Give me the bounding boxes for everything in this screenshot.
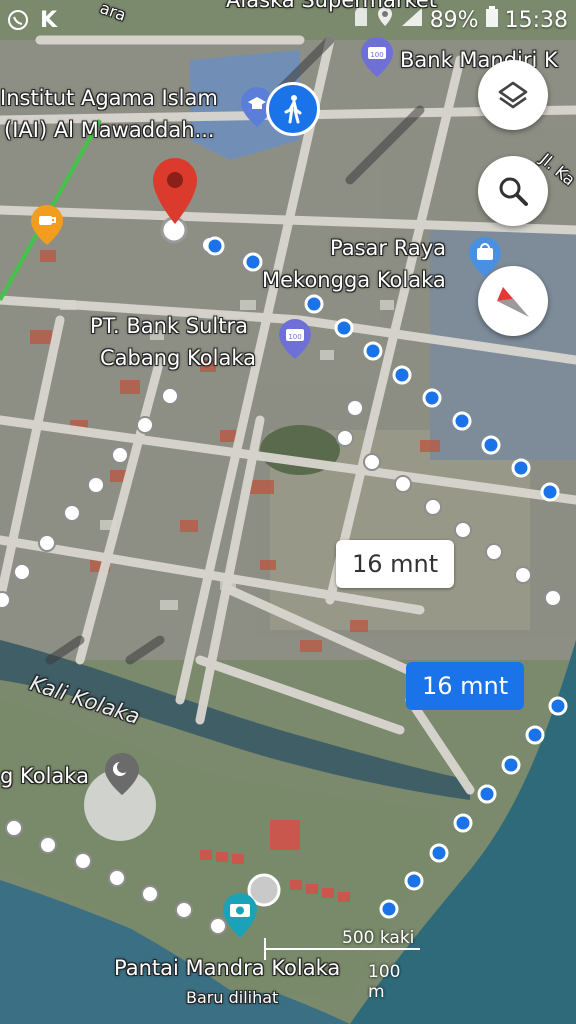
scale-imperial: 500 kaki: [342, 928, 415, 948]
mosque-marker[interactable]: [104, 752, 140, 800]
satellite-map[interactable]: [0, 0, 576, 1024]
origin-pin[interactable]: [150, 156, 200, 230]
main-route-eta[interactable]: 16 mnt: [406, 662, 525, 710]
bank-mandiri-marker[interactable]: 100: [360, 36, 394, 82]
place-label-sultra-1[interactable]: PT. Bank Sultra: [90, 314, 248, 338]
place-label-alaska[interactable]: Alaska Supermarket: [226, 0, 437, 12]
search-icon: [499, 177, 528, 206]
cafe-marker[interactable]: [30, 204, 64, 250]
bank-sultra-marker[interactable]: 100: [278, 318, 312, 364]
search-button[interactable]: [478, 156, 548, 226]
scale-metric: 100 m: [368, 962, 401, 1002]
layers-icon: [498, 81, 528, 109]
compass-button[interactable]: [478, 266, 548, 336]
clock: 15:38: [504, 7, 568, 33]
compass-icon: [497, 287, 529, 317]
layers-button[interactable]: [478, 60, 548, 130]
walking-badge[interactable]: [266, 82, 320, 136]
place-label-pasar-2[interactable]: Mekongga Kolaka: [262, 268, 446, 292]
place-label-mosque[interactable]: g Kolaka: [0, 764, 89, 788]
notification-k-icon: K: [40, 8, 58, 33]
red-pin-icon: [153, 158, 197, 224]
atm-badge-1: 100: [370, 51, 383, 59]
place-label-institute-2[interactable]: (IAI) Al Mawaddah...: [4, 118, 215, 142]
place-label-institute-1[interactable]: Institut Agama Islam: [0, 86, 218, 110]
battery-icon: [485, 6, 499, 34]
whatsapp-icon: [6, 8, 30, 38]
map-scale: 500 kaki 100 m: [262, 926, 422, 1002]
camera-marker[interactable]: [222, 892, 258, 944]
walking-icon: [284, 95, 302, 124]
place-label-sultra-2[interactable]: Cabang Kolaka: [100, 346, 256, 370]
place-label-pasar-1[interactable]: Pasar Raya: [330, 236, 446, 260]
alt-route-eta[interactable]: 16 mnt: [336, 540, 455, 588]
destination-recent: Baru dilihat: [186, 988, 279, 1007]
atm-badge-2: 100: [288, 333, 301, 341]
